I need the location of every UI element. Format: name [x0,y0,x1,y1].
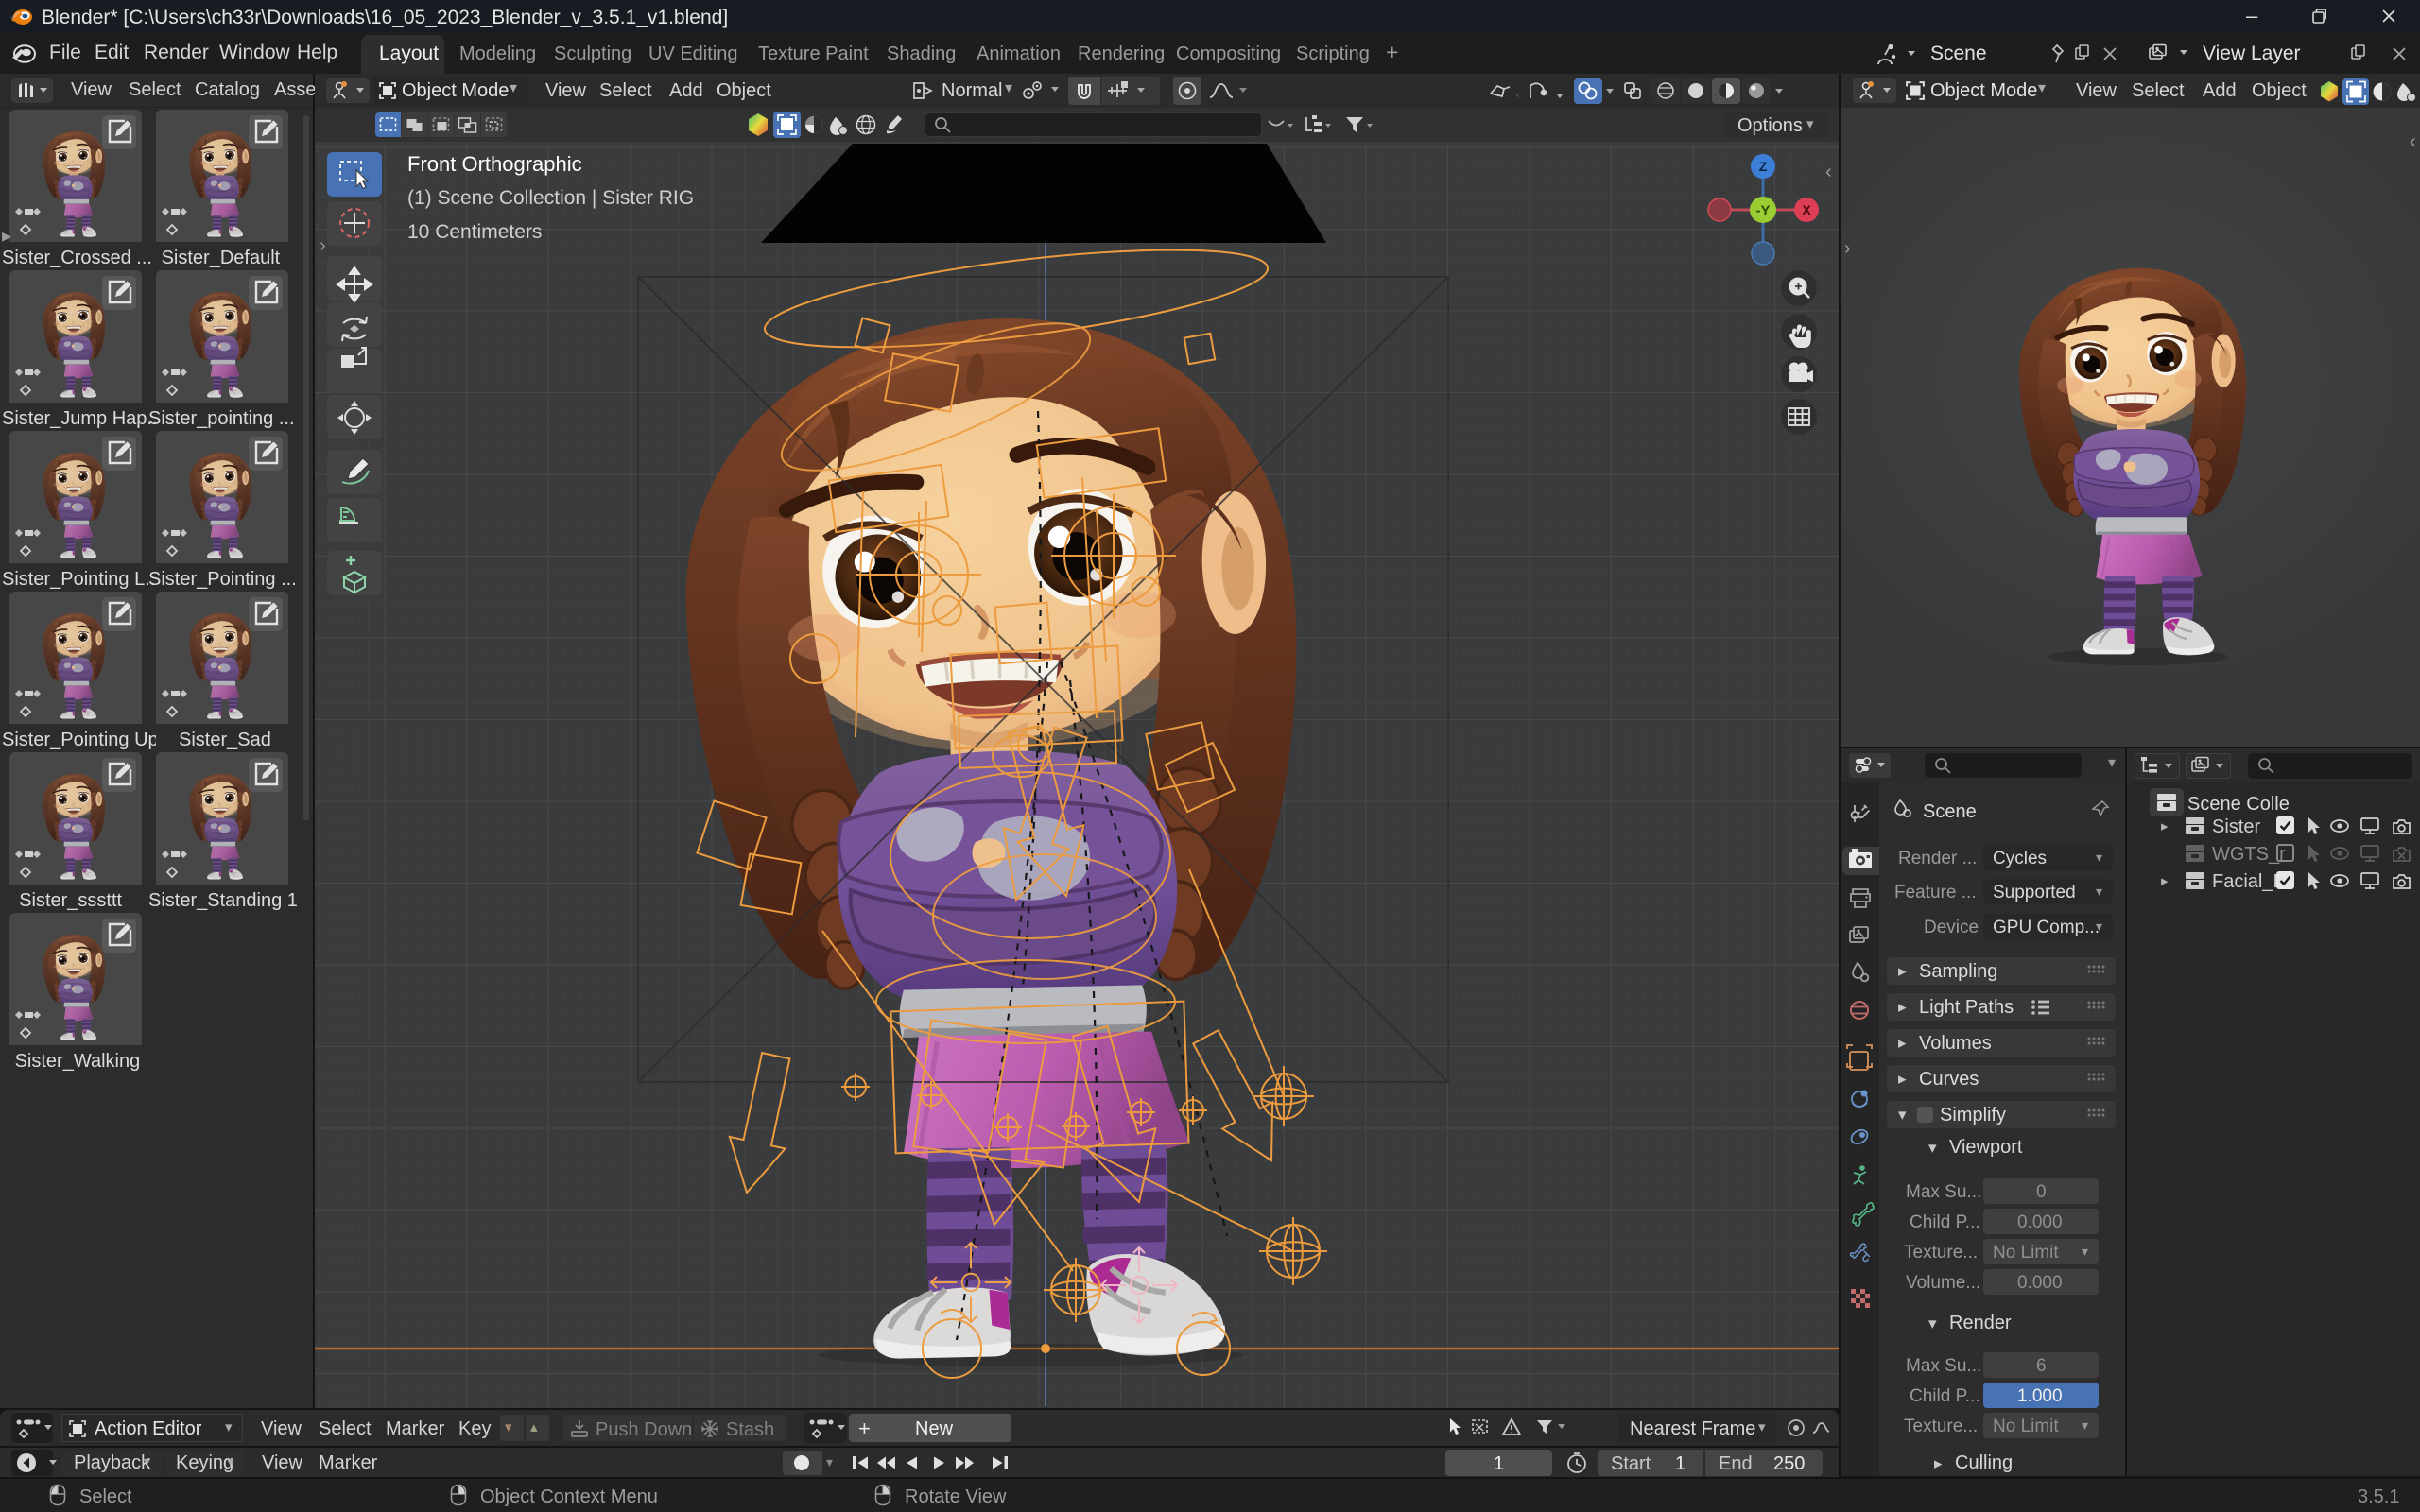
svg-text:Z: Z [1759,159,1768,174]
svg-text:-Y: -Y [1756,203,1771,219]
svg-text:X: X [1802,202,1811,217]
